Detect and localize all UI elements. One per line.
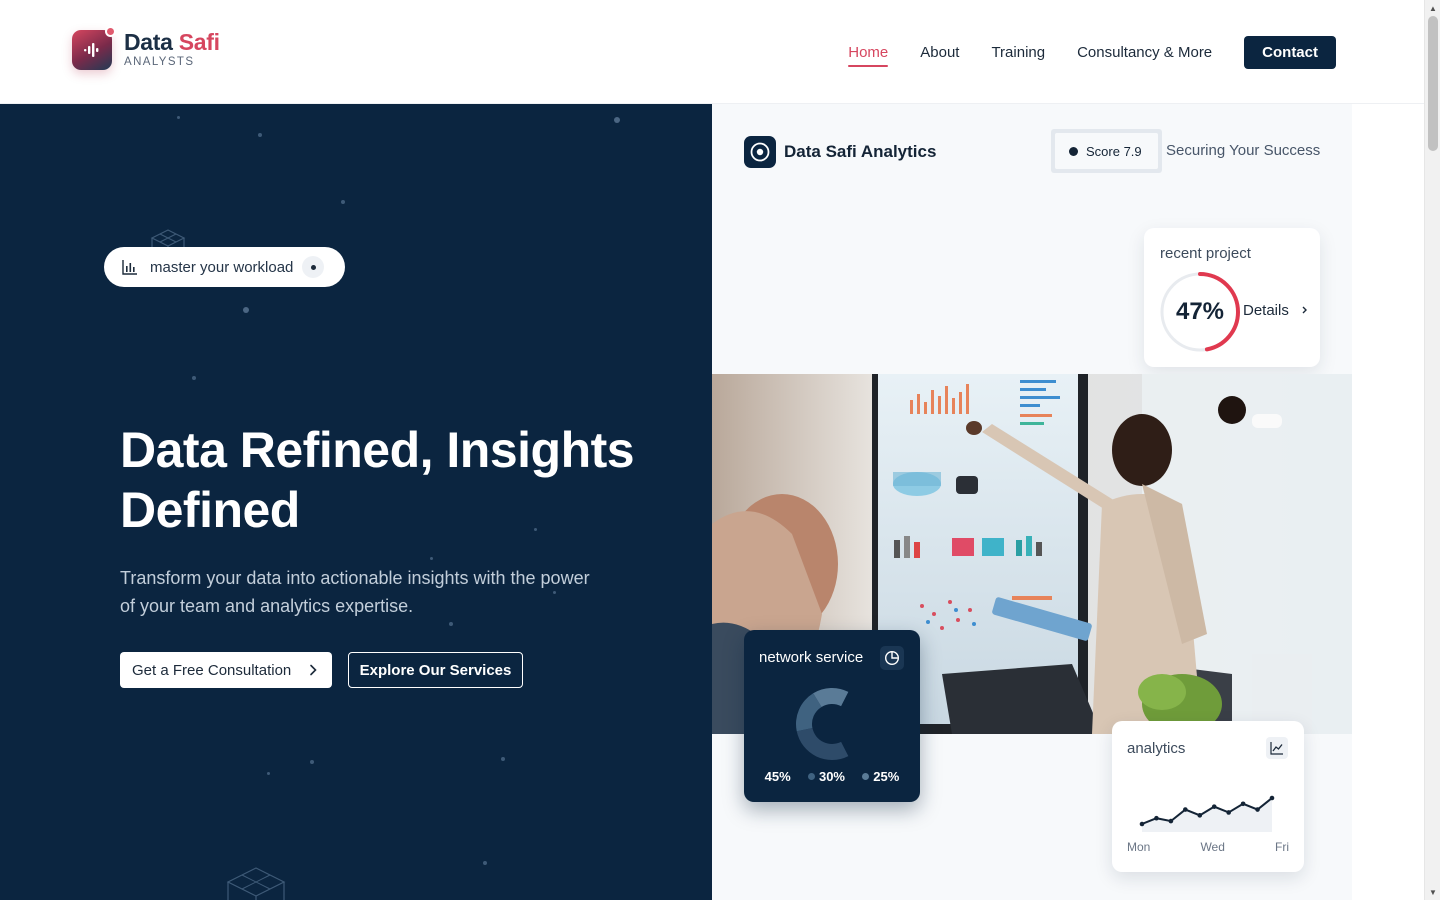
free-consultation-button[interactable]: Get a Free Consultation bbox=[120, 652, 332, 688]
details-label: Details bbox=[1243, 302, 1289, 319]
nav-consultancy[interactable]: Consultancy & More bbox=[1077, 36, 1212, 69]
network-service-label: network service bbox=[759, 649, 864, 666]
nav-home[interactable]: Home bbox=[848, 36, 889, 69]
legend-item: 30% bbox=[807, 769, 845, 784]
star-decoration bbox=[449, 622, 453, 626]
sparkline-point bbox=[1226, 810, 1231, 815]
pill-dot-icon bbox=[302, 256, 325, 278]
sparkline-point bbox=[1168, 818, 1174, 824]
chevron-right-icon bbox=[1302, 306, 1308, 314]
site-header: Data Safi ANALYSTS Home About Training C… bbox=[0, 0, 1424, 104]
sparkline-point bbox=[1211, 804, 1217, 809]
analytics-card: analytics Mon Wed Fri bbox=[1112, 721, 1304, 872]
legend-value: 25% bbox=[873, 769, 900, 784]
cube-decoration-icon bbox=[226, 867, 286, 900]
network-service-card: network service 45% 30% 25% bbox=[744, 630, 920, 802]
score-badge: Score 7.9 bbox=[1051, 129, 1162, 173]
axis-label-mon: Mon bbox=[1127, 840, 1151, 854]
logo-mark-icon bbox=[72, 26, 116, 70]
axis-label-wed: Wed bbox=[1200, 840, 1225, 854]
legend-item: 25% bbox=[862, 769, 899, 784]
logo-title: Data Safi bbox=[124, 29, 220, 56]
logo-subtitle: ANALYSTS bbox=[124, 56, 195, 69]
contact-button[interactable]: Contact bbox=[1244, 36, 1336, 69]
main-nav: Home About Training Consultancy & More C… bbox=[816, 36, 1336, 69]
star-decoration bbox=[177, 116, 180, 119]
sparkline-point bbox=[1240, 801, 1246, 807]
line-chart-icon[interactable] bbox=[1266, 737, 1288, 759]
recent-project-label: recent project bbox=[1160, 245, 1251, 262]
donut-segment bbox=[796, 728, 849, 760]
scroll-up-icon[interactable]: ▲ bbox=[1425, 0, 1440, 16]
score-dot-icon bbox=[1069, 146, 1078, 156]
details-link[interactable]: Details bbox=[1243, 302, 1309, 319]
legend-item: 45% bbox=[765, 769, 791, 784]
legend-value: 30% bbox=[818, 769, 845, 784]
scroll-thumb[interactable] bbox=[1428, 16, 1438, 151]
sparkline-point bbox=[1154, 815, 1159, 821]
target-icon bbox=[744, 136, 776, 168]
star-decoration bbox=[341, 200, 345, 204]
star-decoration bbox=[614, 117, 620, 123]
hero-visual-panel: Data Safi Analytics Score 7.9 Securing Y… bbox=[712, 104, 1352, 900]
hero-section: master your workload Data Refined, Insig… bbox=[0, 104, 712, 900]
bar-chart-icon bbox=[122, 260, 137, 275]
legend-dot-icon bbox=[862, 773, 870, 780]
pill-text: master your workload bbox=[150, 258, 294, 276]
analytics-axis: Mon Wed Fri bbox=[1127, 840, 1289, 854]
sparkline-point bbox=[1269, 795, 1275, 801]
progress-value: 47% bbox=[1175, 298, 1225, 325]
sparkline-point bbox=[1183, 807, 1188, 812]
sparkline-point bbox=[1139, 821, 1145, 827]
explore-services-button[interactable]: Explore Our Services bbox=[348, 652, 523, 688]
star-decoration bbox=[258, 133, 262, 137]
hero-subtitle: Transform your data into actionable insi… bbox=[120, 568, 590, 616]
legend-dot-icon bbox=[807, 773, 815, 780]
sparkline-area bbox=[1142, 798, 1272, 832]
star-decoration bbox=[310, 760, 314, 764]
nav-about[interactable]: About bbox=[920, 36, 959, 69]
pie-chart-icon[interactable] bbox=[880, 646, 904, 670]
score-text: Score 7.9 bbox=[1086, 143, 1142, 159]
network-donut-chart bbox=[796, 688, 849, 760]
star-decoration bbox=[243, 307, 249, 313]
star-decoration bbox=[192, 376, 196, 380]
nav-training[interactable]: Training bbox=[991, 36, 1045, 69]
star-decoration bbox=[430, 557, 433, 560]
panel-brand-name: Data Safi Analytics bbox=[784, 142, 937, 161]
chevron-right-icon bbox=[310, 664, 317, 676]
workload-pill: master your workload bbox=[104, 247, 345, 287]
star-decoration bbox=[501, 757, 505, 761]
tagline: Securing Your Success bbox=[1166, 142, 1321, 159]
logo[interactable]: Data Safi ANALYSTS bbox=[72, 26, 220, 70]
free-consultation-label: Get a Free Consultation bbox=[132, 661, 292, 679]
star-decoration bbox=[483, 861, 487, 865]
legend-value: 45% bbox=[764, 769, 791, 784]
network-legend: 45% 30% 25% bbox=[744, 769, 920, 784]
axis-label-fri: Fri bbox=[1275, 840, 1289, 854]
sparkline-point bbox=[1197, 813, 1203, 818]
analytics-label: analytics bbox=[1127, 740, 1186, 757]
hero-title: Data Refined, Insights Defined bbox=[120, 422, 635, 538]
recent-project-card: recent project 47% Details bbox=[1144, 228, 1320, 367]
star-decoration bbox=[267, 772, 270, 775]
analytics-sparkline bbox=[1139, 795, 1275, 832]
panel-brand: Data Safi Analytics bbox=[744, 136, 936, 168]
page-scrollbar[interactable]: ▲ ▼ bbox=[1424, 0, 1440, 900]
sparkline-point bbox=[1255, 807, 1260, 812]
scroll-down-icon[interactable]: ▼ bbox=[1425, 884, 1440, 900]
